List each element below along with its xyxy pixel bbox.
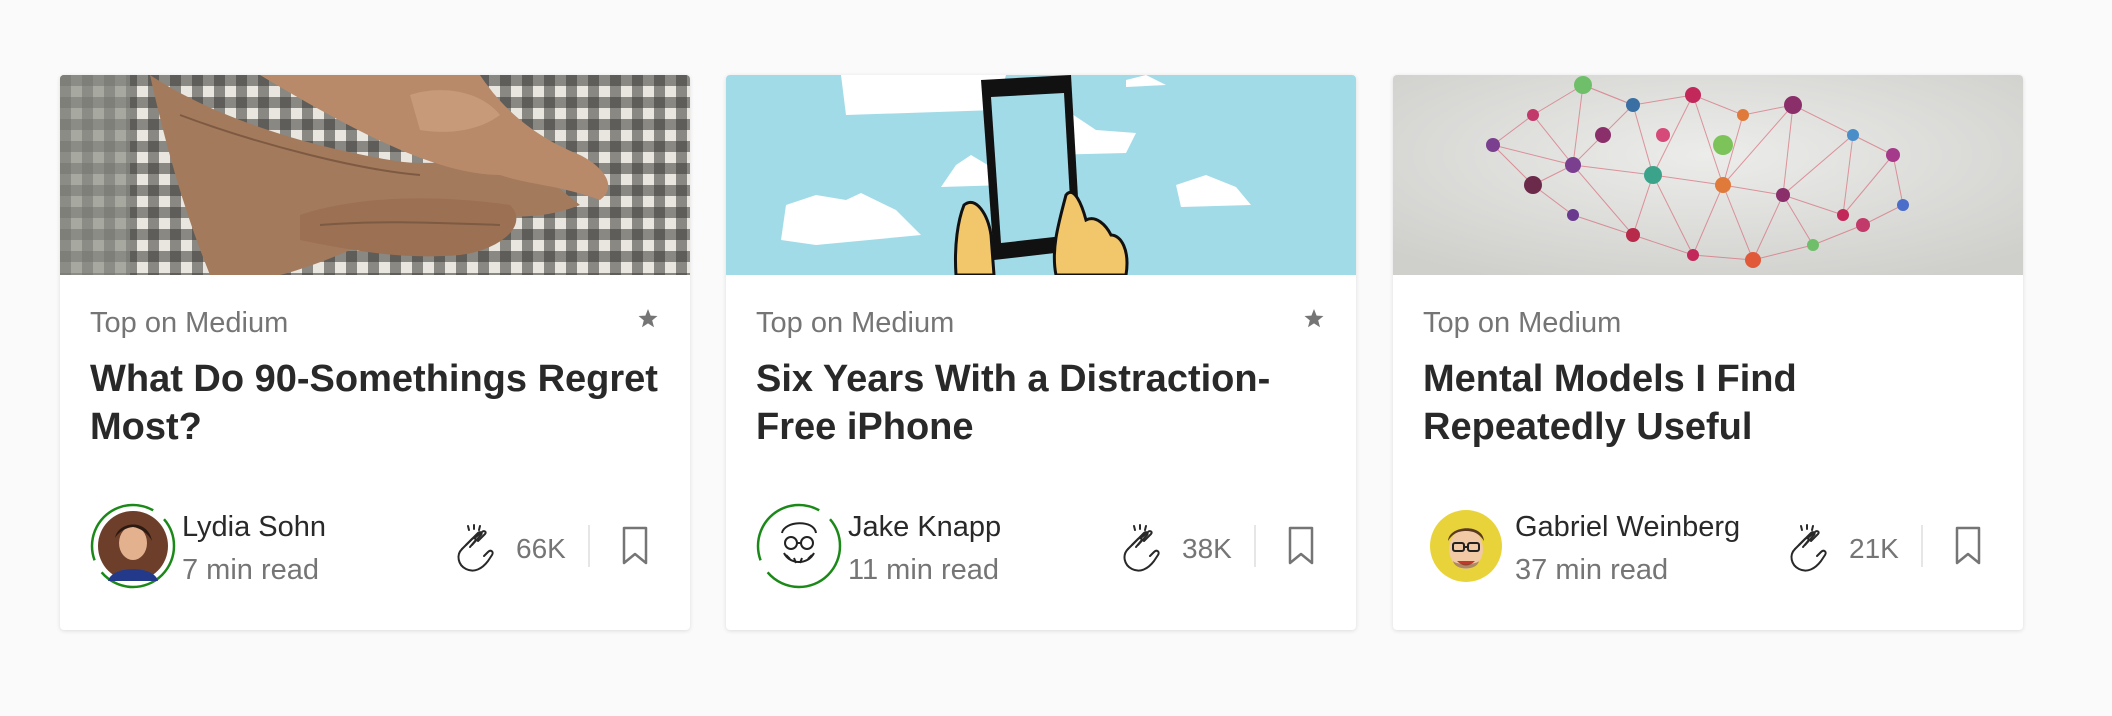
story-meta: Lydia Sohn 7 min read 66K bbox=[90, 503, 660, 593]
story-kicker: Top on Medium bbox=[90, 307, 289, 339]
network-brain-image bbox=[1393, 75, 2023, 275]
clap-count: 21K bbox=[1849, 533, 1899, 564]
story-title[interactable]: What Do 90-Somethings Regret Most? bbox=[90, 355, 660, 451]
divider bbox=[1254, 525, 1256, 567]
author-name[interactable]: Lydia Sohn bbox=[182, 511, 326, 544]
divider bbox=[1921, 525, 1923, 567]
bookmark-icon[interactable] bbox=[1953, 525, 1983, 567]
bookmark-icon[interactable] bbox=[1286, 525, 1316, 567]
story-card[interactable]: Top on Medium What Do 90-Somethings Regr… bbox=[60, 75, 690, 630]
clap-count: 38K bbox=[1182, 533, 1232, 564]
story-kicker: Top on Medium bbox=[1423, 307, 1622, 339]
story-image[interactable] bbox=[726, 75, 1356, 275]
clap-icon[interactable] bbox=[1783, 523, 1835, 575]
clap-count: 66K bbox=[516, 533, 566, 564]
author-avatar[interactable] bbox=[90, 503, 176, 589]
story-title[interactable]: Six Years With a Distraction-Free iPhone bbox=[756, 355, 1326, 451]
story-image[interactable] bbox=[60, 75, 690, 275]
story-title[interactable]: Mental Models I Find Repeatedly Useful bbox=[1423, 355, 1993, 451]
read-time: 7 min read bbox=[182, 554, 320, 586]
story-meta: Gabriel Weinberg 37 min read 21K bbox=[1423, 503, 1993, 593]
elderly-hands-image bbox=[60, 75, 690, 275]
star-icon bbox=[1304, 309, 1324, 328]
story-card[interactable]: Top on Medium Mental Models I Find Repea… bbox=[1393, 75, 2023, 630]
story-meta: Jake Knapp 11 min read 38K bbox=[756, 503, 1326, 593]
phone-illustration-image bbox=[726, 75, 1356, 275]
story-kicker: Top on Medium bbox=[756, 307, 955, 339]
story-card[interactable]: Top on Medium Six Years With a Distracti… bbox=[726, 75, 1356, 630]
author-name[interactable]: Jake Knapp bbox=[848, 511, 1001, 544]
clap-icon[interactable] bbox=[450, 523, 502, 575]
author-name[interactable]: Gabriel Weinberg bbox=[1515, 511, 1740, 544]
author-avatar[interactable] bbox=[1423, 503, 1509, 589]
clap-icon[interactable] bbox=[1116, 523, 1168, 575]
story-image[interactable] bbox=[1393, 75, 2023, 275]
author-avatar[interactable] bbox=[756, 503, 842, 589]
star-icon bbox=[638, 309, 658, 328]
bookmark-icon[interactable] bbox=[620, 525, 650, 567]
read-time: 11 min read bbox=[848, 554, 999, 586]
divider bbox=[588, 525, 590, 567]
read-time: 37 min read bbox=[1515, 554, 1669, 586]
